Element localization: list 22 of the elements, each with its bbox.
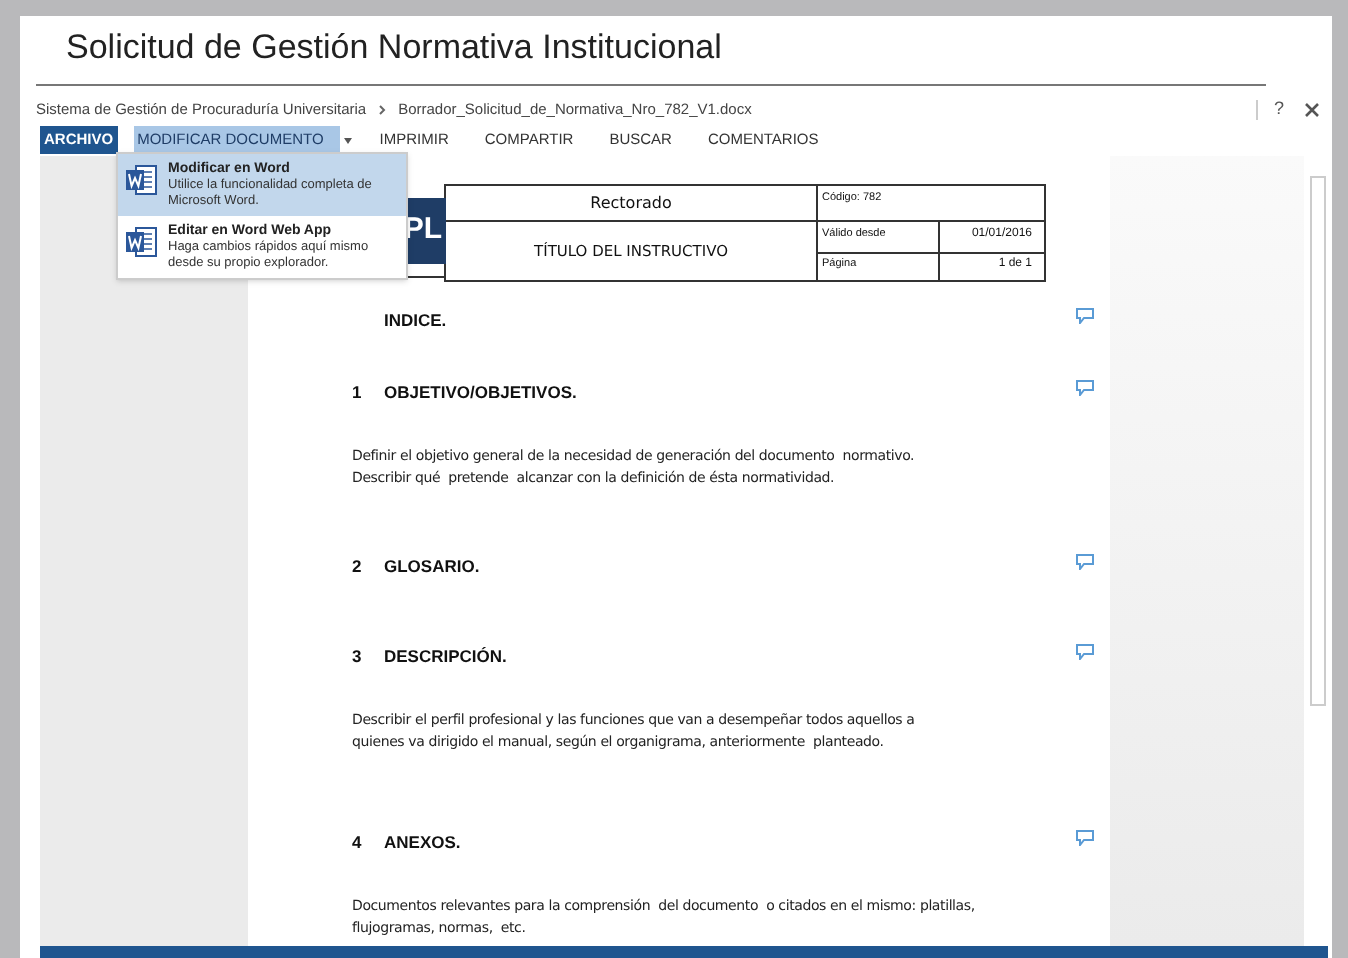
section-heading: GLOSARIO. — [384, 553, 480, 579]
section-heading: OBJETIVO/OBJETIVOS. — [384, 379, 577, 405]
chevron-icon — [378, 104, 387, 116]
comment-icon[interactable] — [1076, 308, 1094, 324]
help-button[interactable]: ? — [1273, 96, 1284, 124]
window-title: Solicitud de Gestión Normativa Institucional — [66, 26, 722, 70]
section-heading: ANEXOS. — [384, 829, 461, 855]
table-cell: Rectorado — [446, 186, 818, 222]
section-heading: INDICE. — [384, 307, 447, 333]
section-number: 2 — [352, 553, 364, 579]
comment-icon[interactable] — [1076, 830, 1094, 846]
section-number: 1 — [352, 379, 364, 405]
word-document-icon — [126, 164, 158, 196]
close-icon[interactable] — [1304, 102, 1320, 118]
section-number: 4 — [352, 829, 364, 855]
caret-icon — [343, 137, 352, 143]
word-document-icon — [126, 226, 158, 258]
section-heading: DESCRIPCIÓN. — [384, 643, 507, 669]
section-number: 3 — [352, 643, 364, 669]
comment-icon[interactable] — [1076, 644, 1094, 660]
comment-icon[interactable] — [1076, 380, 1094, 396]
comment-icon[interactable] — [1076, 554, 1094, 570]
